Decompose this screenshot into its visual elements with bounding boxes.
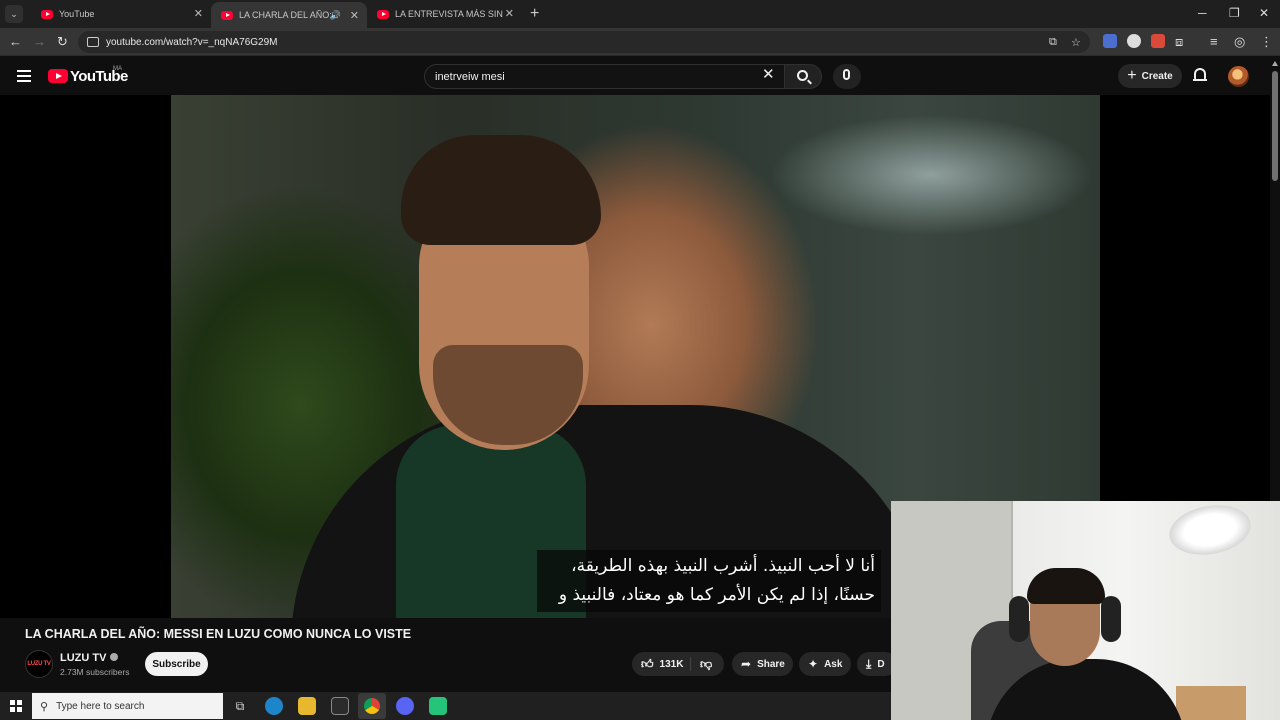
- notifications-bell-icon[interactable]: [1193, 68, 1207, 82]
- video-subject-hair: [401, 135, 601, 245]
- taskbar-search-placeholder: Type here to search: [56, 700, 145, 712]
- caption-line: حسنًا، إذا لم يكن الأمر كما هو معتاد، فا…: [558, 585, 875, 605]
- thumbs-down-icon[interactable]: 👎︎: [700, 657, 712, 672]
- new-tab-icon[interactable]: +: [530, 5, 539, 23]
- download-icon: ⤓: [866, 656, 872, 671]
- subscriber-count: 2.73M subscribers: [60, 667, 130, 677]
- site-info-icon[interactable]: [87, 37, 99, 47]
- tab-search-menu-button[interactable]: ⌄: [5, 5, 23, 23]
- search-icon: [797, 70, 808, 81]
- microphone-icon: [843, 69, 850, 80]
- verified-badge-icon: [110, 653, 119, 661]
- webcam-person-hair: [1027, 568, 1105, 604]
- close-window-icon[interactable]: ✕: [1259, 6, 1269, 20]
- search-button[interactable]: [784, 64, 822, 89]
- task-view-icon[interactable]: ⧉: [231, 697, 249, 715]
- close-tab-icon[interactable]: ✕: [505, 8, 514, 20]
- headphones-left: [1009, 596, 1029, 642]
- account-avatar[interactable]: [1228, 66, 1249, 87]
- translate-extension-icon[interactable]: [1103, 34, 1117, 48]
- caption-line: أنا لا أحب النبيذ. أشرب النبيذ بهذه الطر…: [571, 556, 875, 576]
- sparkle-icon: ✦: [808, 657, 819, 671]
- extension-icon[interactable]: [1151, 34, 1165, 48]
- store-icon[interactable]: [331, 697, 349, 715]
- ask-label: Ask: [824, 658, 843, 670]
- media-controls-icon[interactable]: ≡: [1210, 34, 1218, 50]
- video-title: LA CHARLA DEL AÑO: MESSI EN LUZU COMO NU…: [25, 627, 412, 641]
- browser-toolbar: ← → ↻ youtube.com/watch?v=_nqNA76G29M ⧉ …: [0, 28, 1280, 56]
- windows-taskbar: ⚲ Type here to search ⧉: [0, 692, 891, 720]
- country-code: MA: [113, 66, 122, 72]
- close-tab-icon[interactable]: ✕: [194, 8, 203, 20]
- extension-icon[interactable]: [1127, 34, 1141, 48]
- webcam-ceiling-lamp: [1165, 501, 1255, 561]
- share-label: Share: [757, 658, 785, 670]
- youtube-favicon-icon: [221, 10, 233, 20]
- browser-tab-active[interactable]: LA CHARLA DEL AÑO: MESSI 🔊 ✕: [211, 2, 367, 28]
- forward-icon[interactable]: →: [33, 34, 46, 50]
- subscribe-button[interactable]: Subscribe: [145, 652, 208, 676]
- speaker-icon[interactable]: 🔊: [330, 10, 341, 21]
- channel-name-link[interactable]: LUZU TV: [60, 652, 119, 664]
- create-button[interactable]: + Create: [1118, 64, 1182, 88]
- scrollbar-thumb[interactable]: [1272, 71, 1278, 181]
- tab-title: LA CHARLA DEL AÑO: MESSI: [239, 10, 335, 20]
- file-explorer-icon[interactable]: [298, 697, 316, 715]
- video-captions: أنا لا أحب النبيذ. أشرب النبيذ بهذه الطر…: [537, 550, 881, 612]
- thumbs-up-icon[interactable]: 👍︎: [641, 657, 654, 672]
- browser-tab-strip: ⌄ YouTube ✕ LA CHARLA DEL AÑO: MESSI 🔊 ✕…: [0, 0, 1280, 28]
- discord-icon[interactable]: [396, 697, 414, 715]
- plus-icon: +: [1127, 67, 1137, 84]
- share-arrow-icon: ➦: [741, 657, 752, 671]
- bookmark-star-icon[interactable]: ☆: [1071, 36, 1081, 49]
- address-bar[interactable]: youtube.com/watch?v=_nqNA76G29M ⧉ ☆: [78, 31, 1090, 53]
- tab-title: YouTube: [59, 9, 95, 19]
- ask-button[interactable]: ✦ Ask: [799, 652, 851, 676]
- channel-avatar[interactable]: LUZU TV: [25, 650, 53, 678]
- app-icon[interactable]: [429, 697, 447, 715]
- headphones-right: [1101, 596, 1121, 642]
- youtube-favicon-icon: [377, 9, 389, 19]
- browser-tab[interactable]: YouTube ✕: [31, 0, 211, 28]
- chrome-icon: [364, 698, 380, 714]
- download-label: D: [877, 658, 885, 670]
- browser-menu-icon[interactable]: ⋮: [1260, 34, 1273, 50]
- youtube-favicon-icon: [41, 9, 53, 19]
- clear-search-icon[interactable]: ✕: [762, 67, 775, 83]
- like-dislike-group: 👍︎ 131K 👎︎: [632, 652, 724, 676]
- like-count[interactable]: 131K: [660, 659, 684, 670]
- windows-start-icon[interactable]: [10, 700, 22, 712]
- search-input[interactable]: inetrveiw mesi: [424, 64, 785, 89]
- scroll-up-icon[interactable]: [1272, 61, 1278, 66]
- webcam-shelf: [1176, 686, 1246, 720]
- search-icon: ⚲: [40, 700, 49, 713]
- install-app-icon[interactable]: ⧉: [1049, 36, 1057, 49]
- close-tab-icon[interactable]: ✕: [350, 10, 359, 22]
- youtube-logo-icon[interactable]: [48, 69, 68, 83]
- browser-tab[interactable]: LA ENTREVISTA MÁS SINCERA ✕: [367, 0, 522, 28]
- divider: [690, 657, 691, 671]
- restore-icon[interactable]: ❐: [1229, 6, 1240, 20]
- chrome-taskbar-button[interactable]: [358, 693, 386, 719]
- reload-icon[interactable]: ↻: [57, 34, 68, 50]
- extensions-puzzle-icon[interactable]: ⧈: [1175, 34, 1183, 50]
- webcam-overlay: [891, 501, 1280, 720]
- profile-icon[interactable]: ◎: [1234, 34, 1245, 50]
- taskbar-search-input[interactable]: ⚲ Type here to search: [32, 693, 223, 719]
- guide-menu-icon[interactable]: [17, 70, 31, 82]
- channel-name: LUZU TV: [60, 652, 107, 664]
- url-text: youtube.com/watch?v=_nqNA76G29M: [106, 36, 278, 48]
- share-button[interactable]: ➦ Share: [732, 652, 793, 676]
- back-icon[interactable]: ←: [9, 34, 22, 50]
- tab-title: LA ENTREVISTA MÁS SINCERA: [395, 9, 503, 19]
- minimize-icon[interactable]: ─: [1198, 6, 1207, 20]
- search-query-text: inetrveiw mesi: [435, 70, 505, 83]
- edge-browser-icon[interactable]: [265, 697, 283, 715]
- create-label: Create: [1141, 70, 1173, 82]
- voice-search-button[interactable]: [833, 64, 861, 89]
- youtube-masthead: YouTube MA inetrveiw mesi ✕ + Create: [0, 57, 1270, 95]
